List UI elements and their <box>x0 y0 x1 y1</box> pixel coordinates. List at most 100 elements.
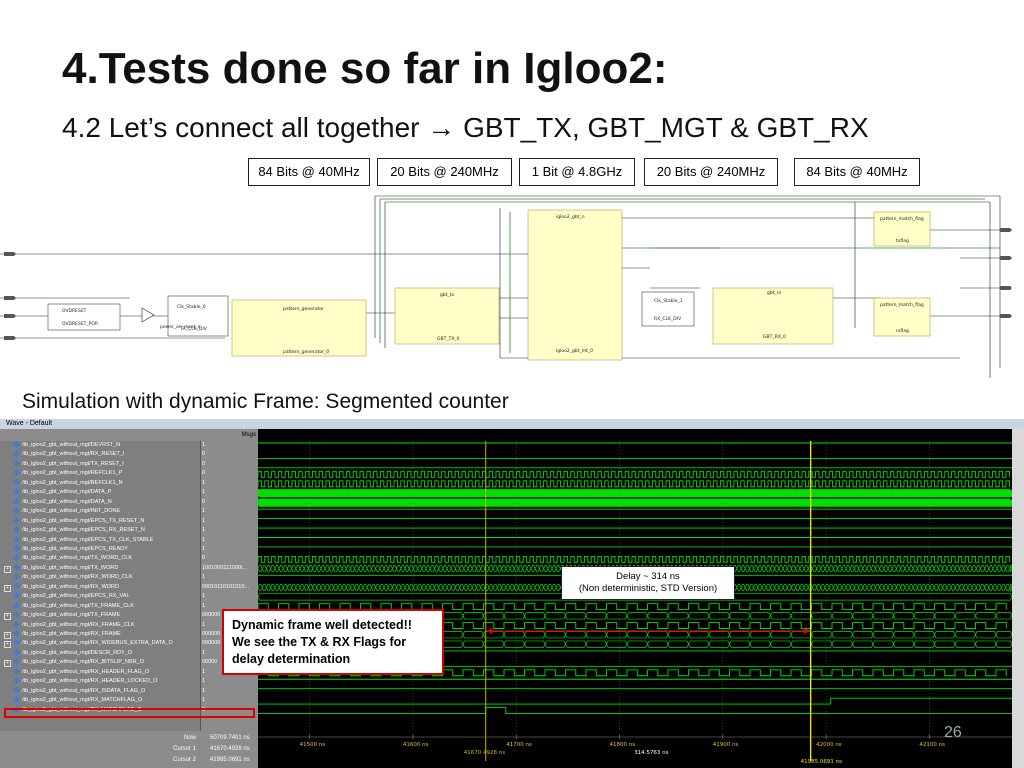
signal-row[interactable]: /tb_igloo2_gbt_without_mgt/RX_RESET_I <box>0 450 200 459</box>
signal-name: /tb_igloo2_gbt_without_mgt/DEVRST_N <box>22 442 121 448</box>
clock-trace <box>258 489 1012 498</box>
signal-row[interactable]: /tb_igloo2_gbt_without_mgt/DATA_P <box>0 488 200 497</box>
signal-row[interactable]: /tb_igloo2_gbt_without_mgt/RX_MATCHFLAG_… <box>0 696 200 705</box>
signal-row[interactable]: /tb_igloo2_gbt_without_mgt/TX_RESET_I <box>0 459 200 469</box>
signal-row[interactable]: /tb_igloo2_gbt_without_mgt/RX_FRAME_CLK <box>0 620 200 630</box>
signal-diamond-icon <box>12 686 21 694</box>
signal-value: 1 <box>202 442 206 448</box>
signal-row[interactable]: /tb_igloo2_gbt_without_mgt/EPCS_TX_CLK_S… <box>0 535 200 545</box>
signal-value: 0 <box>202 555 206 562</box>
block-gbt-tx: gbt_tx <box>440 292 454 298</box>
cursor2-row[interactable]: Cursor 2 41985.0691 ns <box>0 755 258 765</box>
signal-row[interactable]: /tb_igloo2_gbt_without_mgt/RX_HEADER_FLA… <box>0 667 200 677</box>
signal-row[interactable]: /tb_igloo2_gbt_without_mgt/RX_HEADER_LOC… <box>0 677 200 686</box>
wave-titlebar[interactable]: Wave - Default <box>0 419 1024 429</box>
signal-row[interactable]: + /tb_igloo2_gbt_without_mgt/RX_BITSLIP_N… <box>0 658 200 668</box>
signal-row[interactable]: /tb_igloo2_gbt_without_mgt/EPCS_RX_VAL <box>0 592 200 601</box>
signal-value: 0 <box>202 498 206 505</box>
block-rx-clk-div: RX_CLK_DIV <box>654 316 682 322</box>
signal-diamond-icon <box>12 648 21 656</box>
expand-icon[interactable]: + <box>4 641 11 649</box>
signal-diamond-icon <box>12 630 21 638</box>
ruler-tick-label: 42100 ns <box>919 742 945 748</box>
signal-diamond-icon <box>12 563 21 571</box>
signal-name: /tb_igloo2_gbt_without_mgt/EPCS_READY <box>22 545 128 552</box>
signal-row[interactable]: /tb_igloo2_gbt_without_mgt/REFCLK1_N <box>0 478 200 488</box>
wave-window-title: Wave - Default <box>6 420 53 427</box>
expand-icon[interactable]: + <box>4 565 11 573</box>
signal-diamond-icon <box>12 497 21 505</box>
signal-row[interactable]: /tb_igloo2_gbt_without_mgt/RX_WORD_CLK <box>0 573 200 582</box>
expand-icon[interactable]: + <box>4 660 11 668</box>
signal-row[interactable]: /tb_igloo2_gbt_without_mgt/DEVRST_N <box>0 441 200 450</box>
ruler-tick-label: 41500 ns <box>300 742 326 748</box>
ruler-tick-label: 41800 ns <box>610 742 636 748</box>
cursor1-value: 41670.4928 ns <box>210 746 250 752</box>
slide-title: 4.Tests done so far in Igloo2: <box>62 44 668 93</box>
signal-name: /tb_igloo2_gbt_without_mgt/DATA_N <box>22 498 112 505</box>
cursor1-row[interactable]: Cursor 1 41670.4928 ns <box>0 744 258 754</box>
vertical-scrollbar[interactable] <box>1012 429 1024 768</box>
block-tx-clk-div: TX_CLK_DIV <box>179 326 208 332</box>
cursor2-value: 41985.0691 ns <box>210 757 250 763</box>
signal-diamond-icon <box>12 450 21 458</box>
signal-value: 1 <box>202 527 206 534</box>
expand-icon[interactable]: + <box>4 632 11 639</box>
signal-diamond-icon <box>12 459 21 467</box>
block-gbt-tx-inst: GBT_TX_0 <box>437 336 460 342</box>
clock-trace <box>258 555 1010 563</box>
signal-diamond-icon <box>12 582 21 590</box>
signal-row[interactable]: /tb_igloo2_gbt_without_mgt/EPCS_READY <box>0 544 200 554</box>
block-pattern-generator: pattern_generator <box>283 306 324 312</box>
signal-diamond-icon <box>12 478 21 486</box>
signal-name: /tb_igloo2_gbt_without_mgt/REFCLK1_P <box>22 470 123 477</box>
bit-label-tx-word: 20 Bits @ 240MHz <box>377 158 512 186</box>
signal-value: 1001000111000l... <box>202 564 247 571</box>
delay-line-2: (Non deterministic, STD Version) <box>578 583 718 594</box>
now-label: Now <box>183 735 196 741</box>
signal-diamond-icon <box>12 544 21 553</box>
ruler-tick-label: 41900 ns <box>713 742 739 748</box>
expand-icon[interactable]: + <box>4 613 11 621</box>
signal-row[interactable]: + /tb_igloo2_gbt_without_mgt/TX_FRAME <box>0 611 200 621</box>
cursor-panel: Now 50709.7401 ns Cursor 1 41670.4928 ns… <box>0 731 258 768</box>
ruler-tick-label: 41600 ns <box>403 742 429 748</box>
signal-diamond-icon <box>12 488 21 496</box>
signal-row[interactable]: /tb_igloo2_gbt_without_mgt/DESCR_RDY_O <box>0 648 200 658</box>
now-value: 50709.7401 ns <box>210 735 250 741</box>
signal-row[interactable]: + /tb_igloo2_gbt_without_mgt/RX_WIDEBUS_E… <box>0 639 200 649</box>
expand-icon[interactable]: + <box>4 584 11 592</box>
signal-diamond-icon <box>12 554 21 562</box>
signal-row[interactable]: /tb_igloo2_gbt_without_mgt/EPCS_TX_RESET… <box>0 516 200 526</box>
block-rxflag: rxflag <box>896 328 909 334</box>
signal-value: 1 <box>202 489 206 496</box>
signal-row[interactable]: + /tb_igloo2_gbt_without_mgt/RX_FRAME <box>0 630 200 639</box>
signal-name: /tb_igloo2_gbt_without_mgt/TX_WORD_CLK <box>22 555 133 562</box>
signal-name: /tb_igloo2_gbt_without_mgt/RX_WORD_CLK <box>22 574 133 581</box>
signal-name: /tb_igloo2_gbt_without_mgt/DESCR_RDY_O <box>22 649 133 656</box>
signal-diamond-icon <box>12 601 21 609</box>
bit-label-rx-frame: 84 Bits @ 40MHz <box>794 158 920 186</box>
signal-name: /tb_igloo2_gbt_without_mgt/EPCS_TX_CLK_S… <box>22 536 154 543</box>
signal-name: /tb_igloo2_gbt_without_mgt/RX_WORD <box>22 583 119 590</box>
signal-row[interactable]: + /tb_igloo2_gbt_without_mgt/RX_WORD <box>0 582 200 592</box>
block-clk-stable-rx: Clk_Stable_1 <box>654 298 683 304</box>
block-txflag: txflag <box>896 238 909 244</box>
signal-row[interactable]: /tb_igloo2_gbt_without_mgt/INIT_DONE <box>0 507 200 516</box>
rxflag-trace <box>258 697 1012 705</box>
signal-row[interactable]: /tb_igloo2_gbt_without_mgt/REFCLK1_P <box>0 469 200 478</box>
signal-name: /tb_igloo2_gbt_without_mgt/TX_RESET_I <box>22 460 124 467</box>
signal-row[interactable]: + /tb_igloo2_gbt_without_mgt/TX_WORD <box>0 563 200 573</box>
signal-row[interactable]: /tb_igloo2_gbt_without_mgt/DATA_N <box>0 497 200 507</box>
signal-row[interactable]: /tb_igloo2_gbt_without_mgt/TX_WORD_CLK <box>0 554 200 563</box>
signal-diamond-icon <box>12 507 21 515</box>
signal-name: /tb_igloo2_gbt_without_mgt/DATA_P <box>22 489 112 496</box>
signal-name: /tb_igloo2_gbt_without_mgt/EPCS_RX_RESET… <box>22 527 145 534</box>
simulation-heading: Simulation with dynamic Frame: Segmented… <box>22 390 509 413</box>
signal-name: /tb_igloo2_gbt_without_mgt/TX_WORD <box>22 564 119 571</box>
signal-row[interactable]: /tb_igloo2_gbt_without_mgt/EPCS_RX_RESET… <box>0 526 200 535</box>
signal-row[interactable]: /tb_igloo2_gbt_without_mgt/RX_ISDATA_FLA… <box>0 686 200 696</box>
signal-name: /tb_igloo2_gbt_without_mgt/RX_FRAME_CLK <box>22 621 135 628</box>
signal-row[interactable]: /tb_igloo2_gbt_without_mgt/TX_FRAME_CLK <box>0 601 200 611</box>
slide-subtitle: 4.2 Let’s connect all together → GBT_TX,… <box>62 112 869 143</box>
